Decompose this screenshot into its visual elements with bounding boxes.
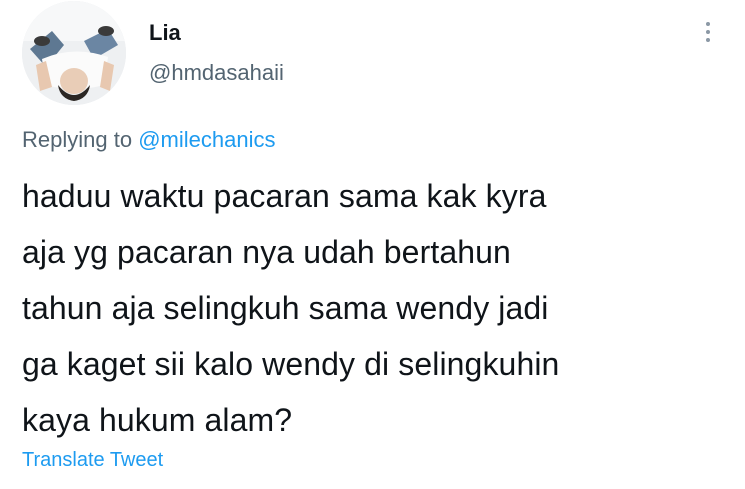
- reply-context: Replying to @milechanics: [22, 126, 275, 154]
- tweet-line: aja yg pacaran nya udah bertahun: [22, 234, 511, 270]
- user-handle[interactable]: @hmdasahaii: [149, 60, 284, 86]
- vertical-ellipsis-icon: [706, 30, 710, 34]
- reply-prefix: Replying to: [22, 127, 133, 152]
- tweet-text: haduu waktu pacaran sama kak kyra aja yg…: [22, 168, 737, 448]
- tweet-line: ga kaget sii kalo wendy di selingkuhin: [22, 346, 560, 382]
- vertical-ellipsis-icon: [706, 38, 710, 42]
- vertical-ellipsis-icon: [706, 22, 710, 26]
- avatar[interactable]: [22, 1, 126, 105]
- display-name[interactable]: Lia: [149, 20, 181, 46]
- tweet-line: kaya hukum alam?: [22, 402, 293, 438]
- translate-tweet-link[interactable]: Translate Tweet: [22, 447, 163, 473]
- more-options-button[interactable]: [697, 14, 719, 50]
- tweet-line: haduu waktu pacaran sama kak kyra: [22, 178, 547, 214]
- reply-mention-link[interactable]: @milechanics: [138, 127, 275, 152]
- tweet-line: tahun aja selingkuh sama wendy jadi: [22, 290, 549, 326]
- profile-photo: [22, 1, 126, 105]
